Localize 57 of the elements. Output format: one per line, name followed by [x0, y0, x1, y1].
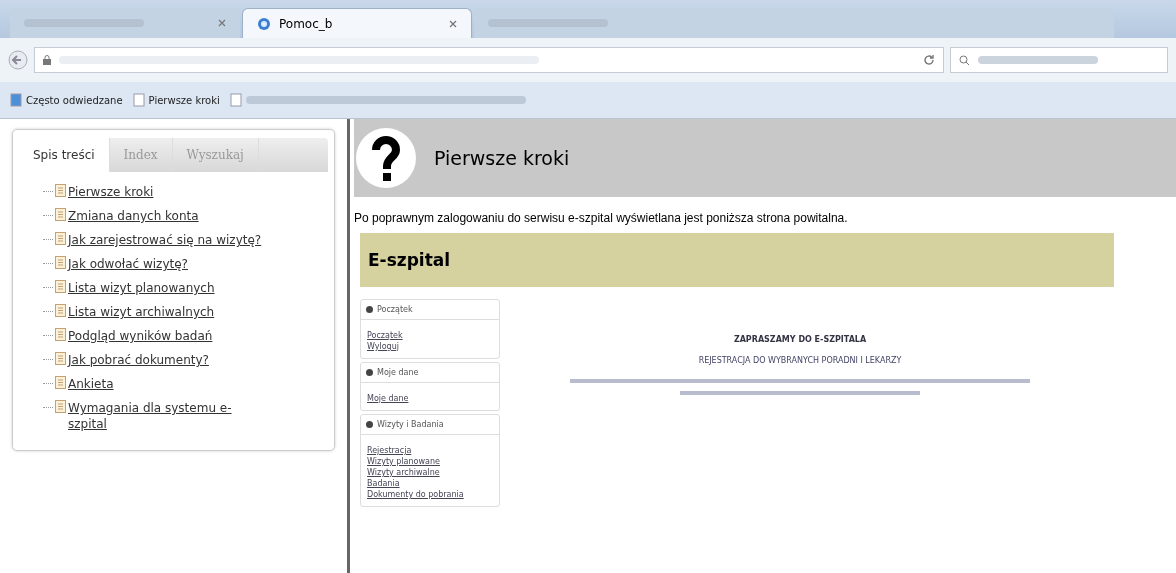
- menu-link[interactable]: Moje dane: [367, 393, 493, 404]
- menu-heading: Wizyty i Badania: [377, 420, 444, 429]
- address-field[interactable]: [34, 47, 944, 73]
- page-icon: [132, 93, 145, 107]
- bullet-icon: [366, 306, 373, 313]
- menu-link[interactable]: Wyloguj: [367, 341, 493, 352]
- page-icon: [55, 256, 66, 269]
- page-icon: [55, 184, 66, 197]
- reload-icon[interactable]: [923, 54, 935, 66]
- close-icon[interactable]: [218, 19, 226, 27]
- toc-link[interactable]: Jak odwołać wizytę?: [68, 256, 188, 272]
- menu-link[interactable]: Rejestracja: [367, 445, 493, 456]
- page-title: Pierwsze kroki: [434, 147, 570, 169]
- globe-icon: [257, 16, 271, 31]
- bullet-icon: [366, 421, 373, 428]
- menu-link[interactable]: Dokumenty do pobrania: [367, 489, 493, 500]
- toc-link[interactable]: Zmiana danych konta: [68, 208, 199, 224]
- page-icon: [10, 93, 22, 107]
- page-icon: [229, 93, 242, 107]
- toc-link[interactable]: Lista wizyt archiwalnych: [68, 304, 215, 320]
- page-icon: [55, 304, 66, 317]
- page-icon: [55, 280, 66, 293]
- close-icon[interactable]: [449, 19, 457, 28]
- welcome-text: REJESTRACJA DO WYBRANYCH PORADNI I LEKARZY: [698, 356, 902, 365]
- app-title: E-szpital: [368, 250, 451, 270]
- page-icon: [55, 232, 66, 245]
- toc-link[interactable]: Lista wizyt planowanych: [68, 280, 215, 296]
- toc-link[interactable]: Pierwsze kroki: [68, 184, 154, 200]
- help-icon: [356, 128, 416, 188]
- menu-link[interactable]: Badania: [367, 478, 493, 489]
- toc-link[interactable]: Jak zarejestrować się na wizytę?: [68, 232, 262, 248]
- toc-link[interactable]: Ankieta: [68, 376, 114, 392]
- toc-link[interactable]: Podgląd wyników badań: [68, 328, 213, 344]
- browser-tab[interactable]: Pomoc_b: [242, 8, 472, 38]
- bullet-icon: [366, 369, 373, 376]
- page-icon: [55, 352, 66, 365]
- tab-label: Pomoc_b: [279, 16, 333, 31]
- page-icon: [55, 208, 66, 221]
- bookmark-link[interactable]: Często odwiedzane: [26, 94, 123, 106]
- intro-text: Po poprawnym zalogowaniu do serwisu e-szpital wyświetlana jest poniższa strona powitalna.: [354, 211, 849, 225]
- back-icon[interactable]: [8, 50, 28, 70]
- menu-link[interactable]: Wizyty archiwalne: [367, 467, 493, 478]
- page-icon: [55, 376, 66, 389]
- page-icon: [55, 400, 66, 413]
- menu-link[interactable]: Początek: [367, 330, 493, 341]
- help-tab[interactable]: Spis treści: [19, 138, 110, 172]
- search-icon: [959, 54, 970, 66]
- menu-heading: Początek: [377, 305, 413, 314]
- lock-icon: [43, 55, 51, 65]
- menu-heading: Moje dane: [377, 368, 419, 377]
- search-field[interactable]: [950, 47, 1168, 73]
- bookmark-link[interactable]: Pierwsze kroki: [148, 94, 220, 106]
- toc-link[interactable]: Jak pobrać dokumenty?: [68, 352, 209, 368]
- toc-link[interactable]: Wymagania dla systemu e-szpital: [68, 400, 238, 432]
- page-icon: [55, 328, 66, 341]
- menu-link[interactable]: Wizyty planowane: [367, 456, 493, 467]
- welcome-text: ZAPRASZAMY DO E-SZPITALA: [733, 335, 867, 344]
